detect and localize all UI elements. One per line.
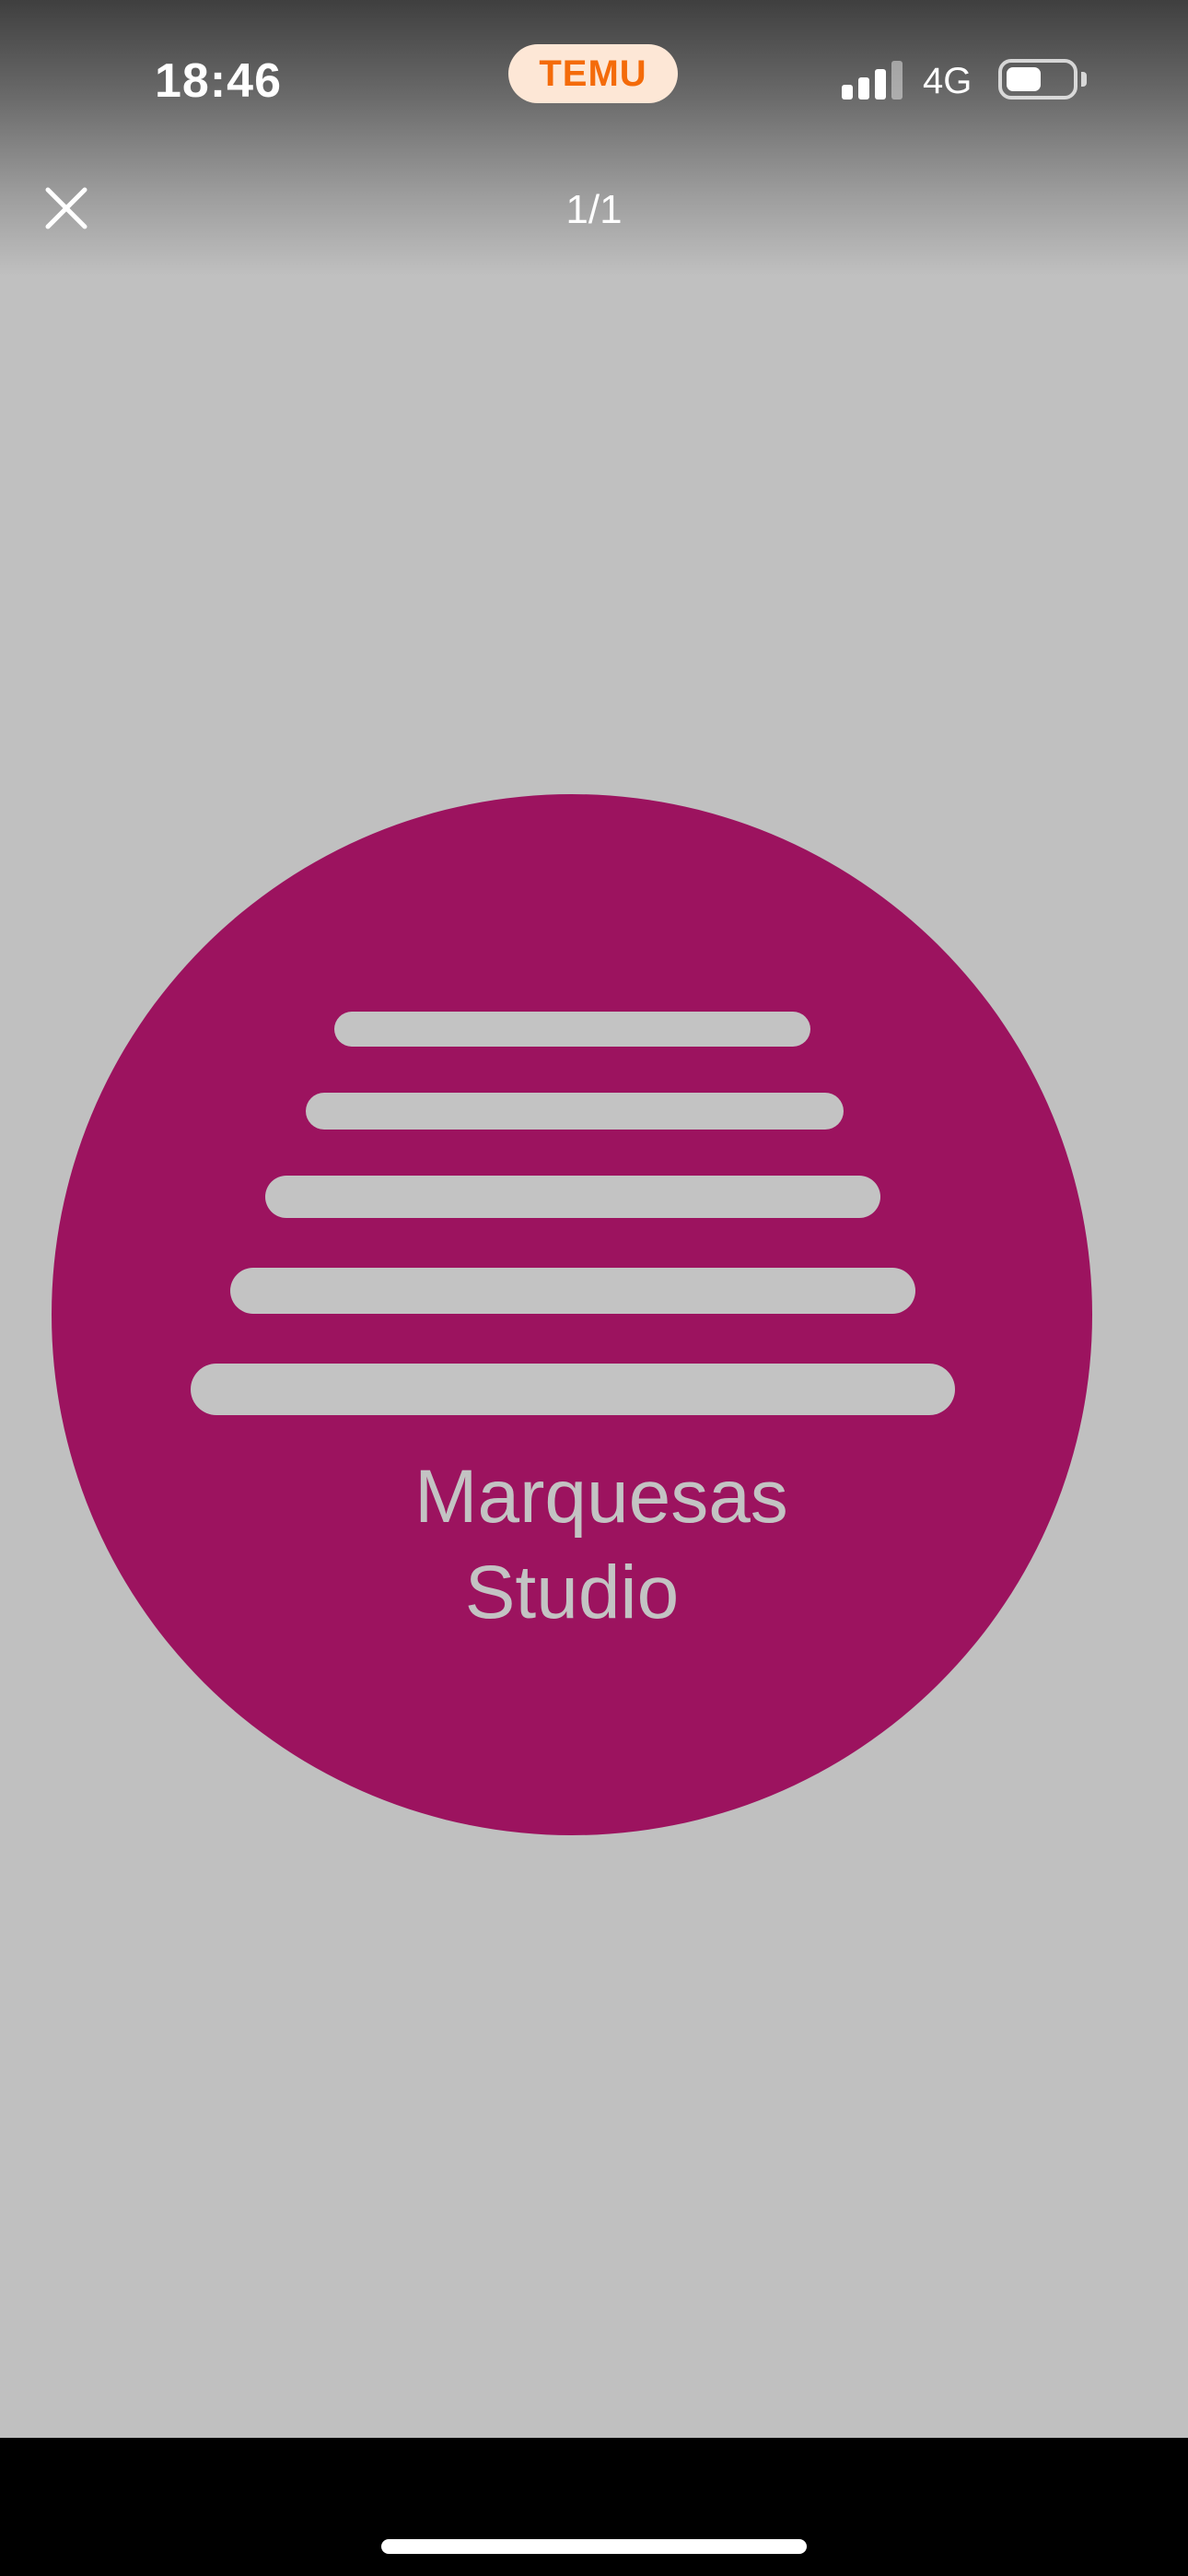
logo-stripe xyxy=(230,1268,915,1314)
status-time: 18:46 xyxy=(155,54,282,108)
signal-bar xyxy=(891,61,903,100)
signal-bar xyxy=(842,85,853,100)
battery-cap xyxy=(1081,72,1087,87)
close-button[interactable] xyxy=(31,173,101,243)
photo-viewer[interactable]: 18:46 TEMU 4G 1/1 Marquesas Studio xyxy=(0,0,1188,2438)
page-counter: 1/1 xyxy=(565,187,623,232)
logo-stripe xyxy=(265,1176,880,1218)
logo-text-studio: Studio xyxy=(465,1551,680,1634)
logo-stripe xyxy=(306,1093,844,1130)
signal-bar xyxy=(875,69,886,100)
network-type: 4G xyxy=(923,61,973,101)
battery-level xyxy=(1007,67,1041,91)
logo-circle xyxy=(52,794,1092,1835)
return-to-app-badge[interactable]: TEMU xyxy=(508,44,678,103)
logo-stripe xyxy=(191,1364,955,1415)
bottom-safe-area xyxy=(0,2438,1188,2576)
logo-text-marquesas: Marquesas xyxy=(414,1455,788,1539)
marquesas-studio-logo: Marquesas Studio xyxy=(52,794,1092,1835)
home-indicator[interactable] xyxy=(381,2539,807,2554)
close-icon xyxy=(45,187,87,229)
signal-bar xyxy=(858,77,869,100)
logo-stripe xyxy=(334,1012,810,1047)
cellular-signal-icon xyxy=(842,61,906,100)
battery-icon xyxy=(998,59,1077,100)
